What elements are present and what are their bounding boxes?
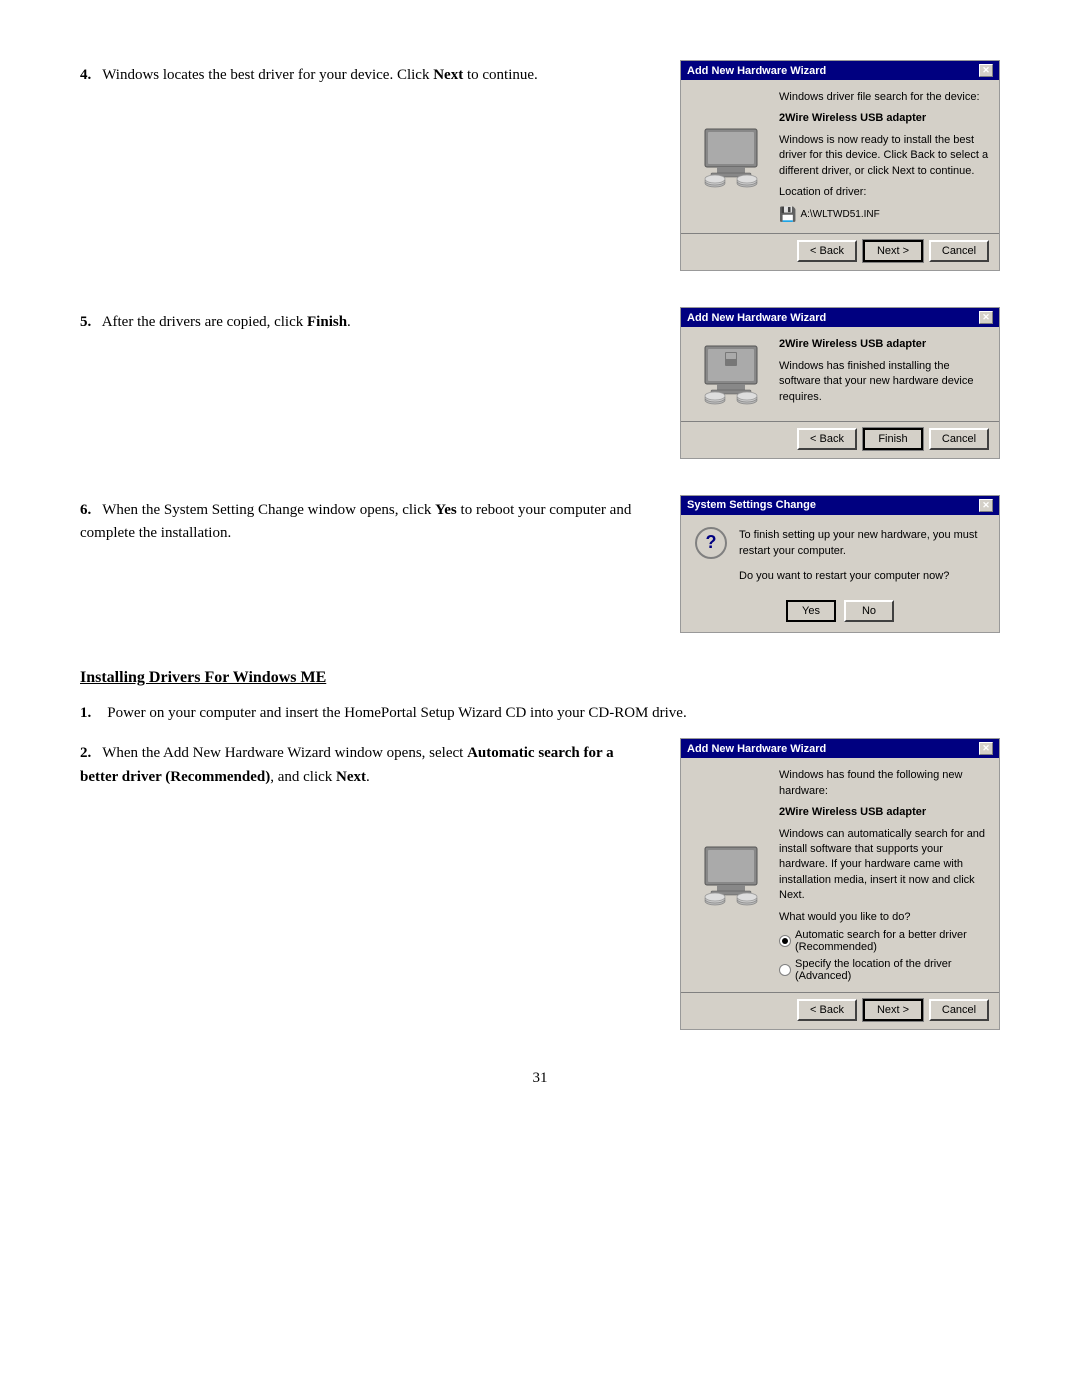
- dialog-step6-footer: Yes No: [681, 596, 999, 632]
- dialog-step4-icon-area: [691, 90, 771, 223]
- dialog-step6-title-buttons: ✕: [979, 499, 993, 512]
- radio2-label: Specify the location of the driver (Adva…: [795, 958, 989, 982]
- dialog-me-step2-text2: Windows can automatically search for and…: [779, 827, 989, 904]
- dialog-step4-title: Add New Hardware Wizard: [687, 65, 826, 77]
- step6-number: 6.: [80, 502, 91, 518]
- dialog-step4-location-path: A:\WLTWD51.INF: [800, 209, 879, 220]
- step4-bold: Next: [433, 67, 463, 83]
- me-step2-text-middle: , and click: [270, 769, 336, 785]
- radio1-dot: [779, 935, 791, 947]
- computer-icon-3: [695, 839, 767, 911]
- computer-icon-2: [695, 338, 767, 410]
- dialog-step6-yes-btn[interactable]: Yes: [786, 600, 836, 622]
- dialog-step4-titlebar: Add New Hardware Wizard ✕: [681, 61, 999, 80]
- dialog-step6-title: System Settings Change: [687, 499, 816, 511]
- me-step1-number: 1.: [80, 705, 91, 722]
- dialog-step4-next-btn[interactable]: Next >: [863, 240, 923, 262]
- dialog-step4-footer: < Back Next > Cancel: [681, 233, 999, 270]
- dialog-step5-title-buttons: ✕: [979, 311, 993, 324]
- dialog-step5-title: Add New Hardware Wizard: [687, 312, 826, 324]
- dialog-step6-titlebar: System Settings Change ✕: [681, 496, 999, 515]
- dialog-me-step2-footer: < Back Next > Cancel: [681, 992, 999, 1029]
- me-step2-number: 2.: [80, 745, 91, 761]
- dialog-me-step2-close-btn[interactable]: ✕: [979, 742, 993, 755]
- section-heading-windows-me: Installing Drivers For Windows ME: [80, 669, 1000, 687]
- step5-text-before: After the drivers are copied, click: [102, 314, 307, 330]
- dialog-me-step2-cancel-btn[interactable]: Cancel: [929, 999, 989, 1021]
- dialog-me-step2-title: Add New Hardware Wizard: [687, 743, 826, 755]
- dialog-step6-text1: To finish setting up your new hardware, …: [739, 527, 985, 560]
- dialog-me-step2-radio2[interactable]: Specify the location of the driver (Adva…: [779, 958, 989, 982]
- dialog-step6-close-btn[interactable]: ✕: [979, 499, 993, 512]
- step5-text-after: .: [347, 314, 351, 330]
- dialog-step4-location-label: Location of driver:: [779, 185, 989, 200]
- dialog-step6-no-btn[interactable]: No: [844, 600, 894, 622]
- dialog-step5-back-btn[interactable]: < Back: [797, 428, 857, 450]
- dialog-step4-body: Windows driver file search for the devic…: [681, 80, 999, 233]
- me-step2-bold2: Next: [336, 769, 366, 785]
- dialog-step5: Add New Hardware Wizard ✕: [680, 307, 1000, 459]
- dialog-step4-close-btn[interactable]: ✕: [979, 64, 993, 77]
- dialog-step6: System Settings Change ✕ ? To finish set…: [680, 495, 1000, 634]
- dialog-me-step2-content: Windows has found the following new hard…: [779, 768, 989, 982]
- dialog-step4-title-buttons: ✕: [979, 64, 993, 77]
- step5-bold: Finish: [307, 314, 347, 330]
- dialog-step6-text: To finish setting up your new hardware, …: [739, 527, 985, 585]
- dialog-step5-footer: < Back Finish Cancel: [681, 421, 999, 458]
- dialog-me-step2-back-btn[interactable]: < Back: [797, 999, 857, 1021]
- dialog-step4-back-btn[interactable]: < Back: [797, 240, 857, 262]
- dialog-step5-icon-area: [691, 337, 771, 411]
- dialog-me-step2-titlebar: Add New Hardware Wizard ✕: [681, 739, 999, 758]
- dialog-step5-body: 2Wire Wireless USB adapter Windows has f…: [681, 327, 999, 421]
- dialog-step6-text2: Do you want to restart your computer now…: [739, 568, 985, 585]
- dialog-step4-device: 2Wire Wireless USB adapter: [779, 111, 989, 126]
- dialog-step5-titlebar: Add New Hardware Wizard ✕: [681, 308, 999, 327]
- dialog-me-step2: Add New Hardware Wizard ✕: [680, 738, 1000, 1030]
- radio2-dot: [779, 964, 791, 976]
- dialog-step5-close-btn[interactable]: ✕: [979, 311, 993, 324]
- dialog-me-step2-icon-area: [691, 768, 771, 982]
- dialog-me-step2-question: What would you like to do?: [779, 910, 989, 925]
- step4-text-after: to continue.: [463, 67, 538, 83]
- page-number: 31: [80, 1070, 1000, 1087]
- floppy-icon: 💾: [779, 206, 796, 223]
- dialog-step4-location-value: 💾 A:\WLTWD51.INF: [779, 206, 989, 223]
- dialog-step5-text: Windows has finished installing the soft…: [779, 359, 989, 405]
- dialog-me-step2-device: 2Wire Wireless USB adapter: [779, 805, 989, 820]
- dialog-me-step2-next-btn[interactable]: Next >: [863, 999, 923, 1021]
- me-step2-text-before: When the Add New Hardware Wizard window …: [102, 745, 467, 761]
- dialog-step4-text2: Windows is now ready to install the best…: [779, 133, 989, 179]
- question-icon: ?: [695, 527, 727, 559]
- dialog-step4-content: Windows driver file search for the devic…: [779, 90, 989, 223]
- dialog-step6-body: ? To finish setting up your new hardware…: [681, 515, 999, 597]
- dialog-me-step2-text1: Windows has found the following new hard…: [779, 768, 989, 799]
- me-step1-text: Power on your computer and insert the Ho…: [107, 705, 686, 722]
- step4-text-before: Windows locates the best driver for your…: [102, 67, 433, 83]
- computer-icon: [695, 121, 767, 193]
- dialog-me-step2-title-buttons: ✕: [979, 742, 993, 755]
- dialog-me-step2-body: Windows has found the following new hard…: [681, 758, 999, 992]
- step4-number: 4.: [80, 67, 91, 83]
- dialog-step4-cancel-btn[interactable]: Cancel: [929, 240, 989, 262]
- dialog-me-step2-radio1[interactable]: Automatic search for a better driver (Re…: [779, 929, 989, 953]
- dialog-step5-finish-btn[interactable]: Finish: [863, 428, 923, 450]
- step5-number: 5.: [80, 314, 91, 330]
- dialog-step5-cancel-btn[interactable]: Cancel: [929, 428, 989, 450]
- dialog-step5-device: 2Wire Wireless USB adapter: [779, 337, 989, 352]
- radio1-label: Automatic search for a better driver (Re…: [795, 929, 989, 953]
- step6-text-before: When the System Setting Change window op…: [102, 502, 435, 518]
- dialog-step4-text1: Windows driver file search for the devic…: [779, 90, 989, 105]
- me-step2-text-after: .: [366, 769, 370, 785]
- step6-bold1: Yes: [435, 502, 457, 518]
- dialog-step4: Add New Hardware Wizard ✕: [680, 60, 1000, 271]
- dialog-step5-content: 2Wire Wireless USB adapter Windows has f…: [779, 337, 989, 411]
